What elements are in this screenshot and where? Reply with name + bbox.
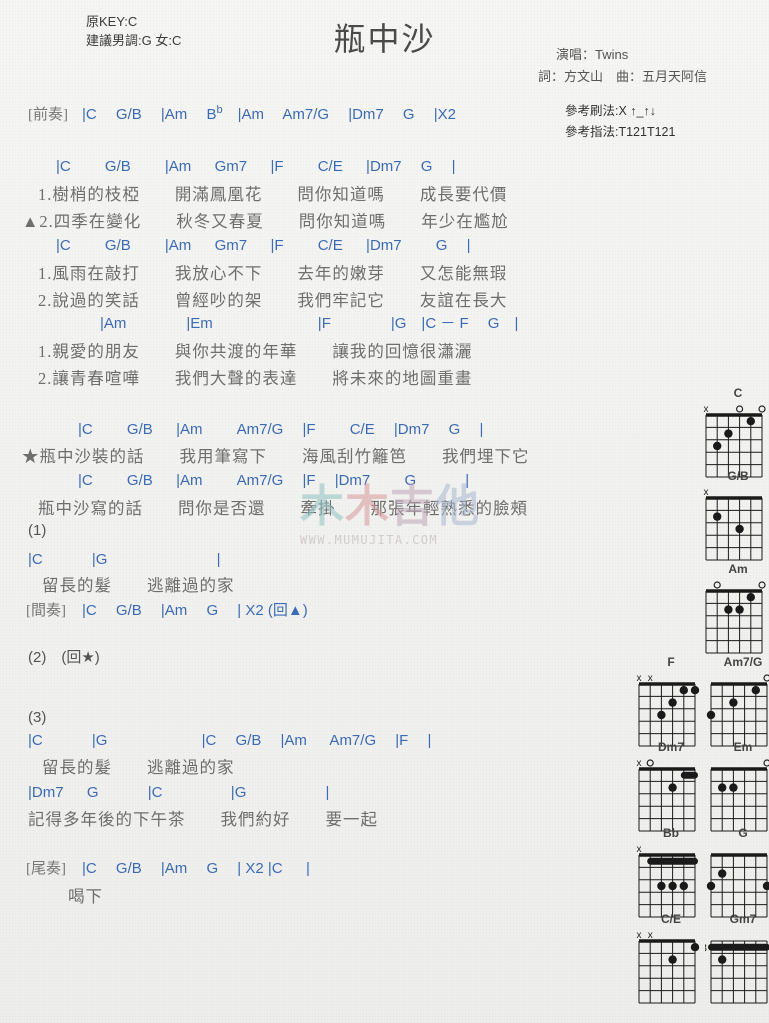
verse1-lyric-1: 1.樹梢的枝椏 開滿鳳凰花 問你知道嗎 成長要代價 [38,185,508,204]
chord-diagram-am: Am [700,562,769,659]
chord-diagram-f: Fxx [633,655,709,752]
chord-diagram-name: F [667,655,675,669]
verse1-chord-line: |C G/B |Am Gm7 |F C/E |Dm7 G | [56,158,456,175]
verse3-lyric-2: 2.讓青春喧嘩 我們大聲的表達 將未來的地圖重畫 [38,369,473,388]
verse2-chord-line: |C G/B |Am Gm7 |F C/E |Dm7 G | [56,237,471,254]
part1-label: (1) [28,522,47,539]
fingering-pattern: 參考指法:T121T121 [565,125,676,139]
part3-lyric-2: 記得多年後的下午茶 我們約好 要一起 [28,810,378,829]
part1-lyric: 留長的髮 逃離過的家 [42,576,235,595]
part3-chord-line-2: |Dm7 G |C |G | [28,784,330,801]
outro-chord-line: |C G/B |Am G | X2 |C | [82,860,310,877]
chord-diagram-name: Em [733,740,753,754]
chord-diagram-gm7: Gm7 3 [705,912,769,1009]
svg-text:x: x [704,487,709,498]
strum-pattern: 參考刷法:X ↑_↑↓ [565,104,656,118]
intro-chords-part2: |Am Am7/G |Dm7 G |X2 [222,106,457,123]
chord-diagram-name: Am7/G [723,655,763,669]
chord-diagram-em: Em [705,740,769,837]
chord-diagram-grid [706,853,769,918]
chord-diagram-name: G/B [727,469,749,483]
chorus-lyric-1: ★瓶中沙裝的話 我用筆寫下 海風刮竹籬笆 我們埋下它 [22,447,530,466]
chord-diagram-name: Bb [663,826,679,840]
chord-diagram-am7-g: Am7/G [705,655,769,752]
chord-diagram-c-e: C/E x x [633,912,709,1009]
part3-chord-line-1: |C |G |C G/B |Am Am7/G |F | [28,732,432,749]
chord-diagram-name: C [733,386,743,400]
chord-diagram-grid: x [704,487,763,561]
chord-diagram-name: Gm7 [729,912,757,926]
chord-diagram-grid: x [637,844,698,918]
chord-diagram-g: G [705,826,769,923]
svg-text:3: 3 [705,943,707,955]
svg-text:x: x [704,404,709,415]
chord-diagram-name: G [738,826,748,840]
verse3-lyric-1: 1.親愛的朋友 與你共渡的年華 讓我的回憶很瀟灑 [38,342,473,361]
strum-pattern-block: 參考刷法:X ↑_↑↓ 參考指法:T121T121 [565,101,675,143]
chord-diagram-dm7: Dm7 x [633,740,709,837]
chord-diagram-grid: 3 [705,940,769,1004]
chord-diagram-name: Am [728,562,748,576]
chord-sheet: 原KEY:C 建議男調:G 女:C 瓶中沙 演唱：Twins 詞：方文山 曲：五… [0,0,769,1023]
svg-text:x: x [637,758,642,769]
chord-diagram-bb: Bb x [633,826,709,923]
part3-label: (3) [28,709,47,726]
chorus-lyric-2: 瓶中沙寫的話 問你是否還 牽掛 那張年輕熟悉的臉頰 [38,499,528,518]
interlude-chord-line: |C G/B |Am G | X2 (回▲) [82,602,308,619]
credits-block: 演唱：Twins 詞：方文山 曲：五月天阿信 [538,44,707,88]
chord-diagram-grid: x [637,758,698,832]
verse2-lyric-1: 1.風雨在敲打 我放心不下 去年的嫩芽 又怎能無瑕 [38,264,508,283]
part3-lyric-1: 留長的髮 逃離過的家 [42,758,235,777]
svg-text:x: x [648,673,653,684]
chord-diagram-name: Dm7 [657,740,684,754]
chorus-chord-line-2: |C G/B |Am Am7/G |F |Dm7 G | [78,472,470,489]
chorus-chord-line-1: |C G/B |Am Am7/G |F C/E |Dm7 G | [78,421,484,438]
verse2-lyric-2: 2.說過的笑話 曾經吵的架 我們牢記它 友誼在長大 [38,291,508,310]
chord-diagram-g-b: G/B x [700,469,769,566]
verse1-lyric-2: ▲2.四季在變化 秋冬又春夏 問你知道嗎 年少在尷尬 [22,212,509,231]
chord-diagram-name: C/E [660,912,681,926]
writers-text: 詞：方文山 曲：五月天阿信 [538,69,708,84]
singer-text: 演唱：Twins [556,47,629,62]
intro-chord-line: |C G/B |Am Bb |Am Am7/G |Dm7 G |X2 [82,103,456,124]
watermark-url: WWW.MUMUJITA.COM [300,533,438,547]
chord-diagram-grid [705,581,766,654]
verse3-chord-line: |Am |Em |F |G |C － F G | [100,315,519,332]
svg-text:x: x [637,844,642,855]
section-label-intro: [前奏] [28,107,68,123]
svg-text:x: x [648,930,653,941]
intro-chords-part1: |C G/B |Am B [82,106,217,123]
outro-lyric: 喝下 [68,887,103,906]
chord-diagram-grid [710,759,769,832]
part1-chord-line: |C |G | [28,551,221,568]
section-label-outro: [尾奏] [26,861,66,877]
svg-text:x: x [637,673,642,684]
section-label-interlude: [間奏] [26,603,66,619]
chord-diagram-grid: xx [637,930,700,1004]
part2-label: (2) (回★) [28,649,100,666]
svg-text:x: x [637,930,642,941]
